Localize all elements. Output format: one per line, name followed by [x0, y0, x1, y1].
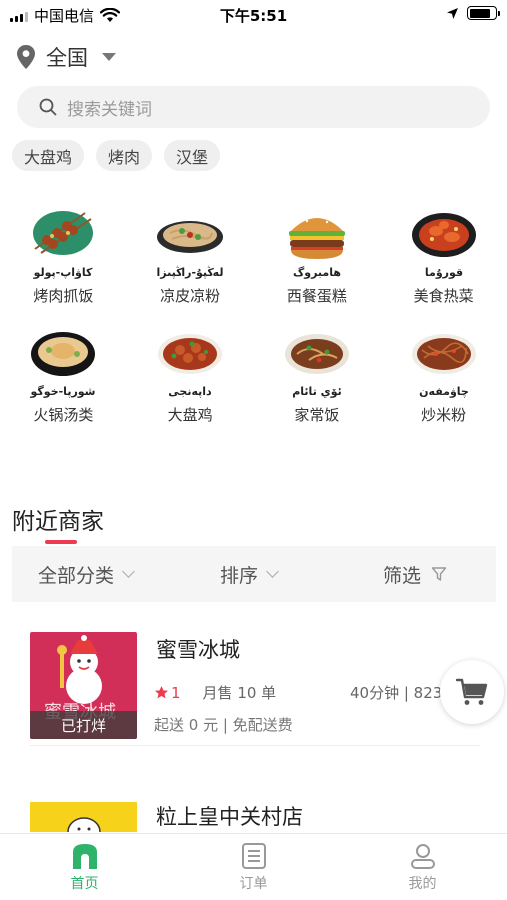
filter-sort[interactable]: 排序 — [220, 561, 279, 588]
location-selector[interactable]: 全国 — [16, 42, 116, 72]
filter-category-label: 全部分类 — [38, 564, 115, 587]
cart-icon — [455, 678, 488, 705]
kebab-skewers-icon: كاۋاپ-پولو — [33, 211, 93, 279]
hotpot-soup-icon: شورپا-خوگو — [30, 332, 96, 398]
filter-bar: 全部分类 排序 筛选 — [12, 546, 496, 602]
category-uyghur: ھامبروگ — [293, 265, 341, 279]
battery-icon — [467, 6, 500, 20]
status-bar: 中国电信 下午5:51 — [0, 0, 507, 30]
hot-tag[interactable]: 烤肉 — [96, 140, 153, 171]
cold-noodles-icon: لەڭپۇ-راڭپىزا — [157, 221, 224, 279]
category-item[interactable]: ئۆي تائام 家常饭 — [254, 324, 381, 425]
filter-filter[interactable]: 筛选 — [383, 561, 447, 588]
category-item[interactable]: كاۋاپ-پولو 烤肉抓饭 — [0, 205, 127, 306]
shop-time-distance: 40分钟 | 823 — [350, 684, 443, 702]
section-underline — [45, 540, 77, 544]
category-uyghur: قورۇما — [425, 266, 463, 279]
shop-rating: 1 — [154, 684, 181, 702]
category-item[interactable]: ھامبروگ 西餐蛋糕 — [254, 205, 381, 306]
shop-meta: 1 月售 10 单 40分钟 | 823 — [154, 682, 454, 703]
shop-delivery: 起送 0 元 | 免配送费 — [154, 716, 293, 734]
category-label: 凉皮凉粉 — [160, 287, 221, 305]
hot-tag[interactable]: 汉堡 — [164, 140, 221, 171]
tab-bar: 首页 订单 我的 — [0, 833, 507, 900]
tab-profile[interactable]: 我的 — [338, 834, 507, 900]
category-uyghur: لەڭپۇ-راڭپىزا — [157, 266, 224, 279]
big-plate-chicken-icon: داپەنجى — [158, 334, 223, 398]
filter-filter-label: 筛选 — [383, 564, 422, 587]
category-uyghur: شورپا-خوگو — [30, 385, 96, 398]
category-label: 美食热菜 — [413, 287, 474, 305]
fried-rice-noodle-icon: چاۋمفەن — [411, 334, 476, 398]
category-item[interactable]: داپەنجى 大盘鸡 — [127, 324, 254, 425]
burger-icon: ھامبروگ — [288, 215, 345, 279]
section-title: 附近商家 — [12, 509, 104, 535]
category-item[interactable]: شورپا-خوگو 火锅汤类 — [0, 324, 127, 425]
home-icon — [72, 844, 97, 869]
category-uyghur: ئۆي تائام — [292, 385, 342, 398]
location-arrow-icon — [447, 7, 458, 19]
category-label: 大盘鸡 — [167, 406, 213, 424]
status-right — [446, 6, 500, 20]
hot-tags: 大盘鸡 烤肉 汉堡 — [12, 140, 221, 171]
category-label: 家常饭 — [294, 406, 340, 424]
shop-status-badge: 已打烊 — [30, 711, 137, 739]
shop-sales: 月售 10 单 — [202, 684, 277, 702]
shop-name: 蜜雪冰城 — [156, 638, 240, 662]
shop-thumbnail: 蜜雪冰城 已打烊 — [30, 632, 137, 739]
filter-category[interactable]: 全部分类 — [38, 561, 135, 588]
shop-thumbnail[interactable] — [30, 802, 137, 832]
mascot-icon — [67, 817, 101, 832]
category-uyghur: كاۋاپ-پولو — [33, 266, 93, 279]
chevron-down-icon — [266, 565, 279, 578]
category-item[interactable]: چاۋمفەن 炒米粉 — [380, 324, 507, 425]
category-item[interactable]: قورۇما 美食热菜 — [380, 205, 507, 306]
orders-icon — [241, 843, 266, 869]
tab-home-label: 首页 — [70, 876, 99, 892]
category-uyghur: داپەنجى — [168, 385, 212, 398]
caret-down-icon — [102, 53, 116, 61]
hot-dish-icon: قورۇما — [411, 213, 476, 279]
tab-orders[interactable]: 订单 — [169, 834, 338, 900]
category-uyghur: چاۋمفەن — [419, 385, 469, 398]
chevron-down-icon — [122, 565, 135, 578]
category-label: 炒米粉 — [421, 406, 467, 424]
category-item[interactable]: لەڭپۇ-راڭپىزا 凉皮凉粉 — [127, 205, 254, 306]
tab-orders-label: 订单 — [239, 876, 268, 892]
hot-tag[interactable]: 大盘鸡 — [12, 140, 85, 171]
shop-rating-value: 1 — [171, 683, 181, 702]
tab-profile-label: 我的 — [408, 876, 437, 892]
category-grid: كاۋاپ-پولو 烤肉抓饭 لەڭپۇ-راڭپىزا 凉皮凉粉 ھامبر… — [0, 205, 507, 425]
category-label: 西餐蛋糕 — [286, 287, 347, 305]
star-icon — [155, 686, 168, 699]
search-icon — [39, 98, 57, 116]
map-pin-icon — [17, 45, 35, 69]
location-city: 全国 — [46, 46, 88, 70]
clock: 下午5:51 — [219, 7, 288, 25]
shop-name[interactable]: 粒上皇中关村店 — [156, 801, 303, 831]
home-meal-icon: ئۆي تائام — [284, 334, 349, 398]
profile-icon — [410, 844, 435, 869]
search-placeholder: 搜索关键词 — [67, 99, 152, 120]
search-bar[interactable]: 搜索关键词 — [17, 86, 490, 128]
filter-sort-label: 排序 — [220, 564, 259, 587]
category-label: 烤肉抓饭 — [33, 287, 94, 305]
cart-button[interactable] — [440, 660, 504, 724]
funnel-icon — [431, 567, 447, 581]
shop-card[interactable]: 蜜雪冰城 已打烊 蜜雪冰城 1 月售 10 单 40分钟 | 823 起送 0 … — [30, 632, 480, 746]
category-label: 火锅汤类 — [33, 406, 94, 424]
tab-home[interactable]: 首页 — [0, 834, 169, 900]
